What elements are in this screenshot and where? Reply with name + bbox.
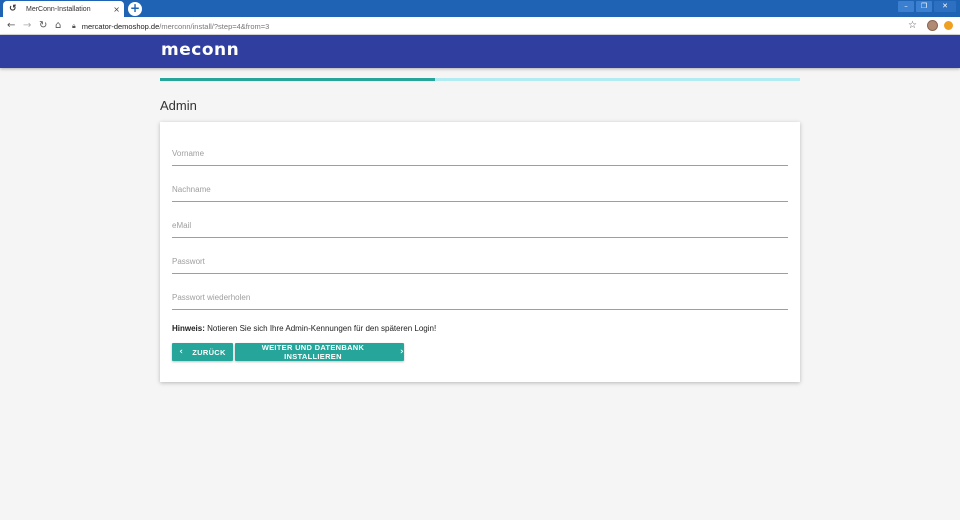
lock-icon: 🔒︎ (72, 21, 76, 30)
install-progress-bar (160, 78, 800, 81)
email-input[interactable] (172, 214, 788, 238)
profile-avatar[interactable] (927, 20, 938, 31)
url-path: /merconn/install/?step=4&from=3 (159, 21, 270, 31)
minimize-button[interactable]: – (898, 1, 914, 12)
install-progress-fill (160, 78, 436, 81)
window-controls: – ❐ ✕ (898, 1, 956, 12)
close-window-button[interactable]: ✕ (934, 1, 956, 12)
bookmark-star-icon[interactable]: ☆ (908, 20, 917, 31)
hint-label: Hinweis: (172, 324, 205, 333)
hint-text: Hinweis: Notieren Sie sich Ihre Admin-Ke… (172, 324, 436, 333)
chevron-left-icon: ‹ (179, 347, 184, 357)
first-name-input[interactable] (172, 142, 788, 166)
new-tab-button[interactable]: + (128, 2, 142, 16)
url-bar[interactable]: 🔒︎ mercator-demoshop.de /merconn/install… (72, 20, 892, 32)
hint-message: Notieren Sie sich Ihre Admin-Kennungen f… (204, 324, 437, 333)
tab-close-icon[interactable]: × (113, 5, 120, 14)
browser-titlebar: ↺ MerConn-Installation × + – ❐ ✕ (0, 0, 960, 17)
url-host: mercator-demoshop.de (81, 21, 160, 31)
install-database-button[interactable]: WEITER UND DATENBANK INSTALLIEREN › (235, 343, 404, 361)
mer-icon: ↺ (9, 3, 17, 14)
password-input[interactable] (172, 250, 788, 274)
browser-toolbar: ← → ↻ ⌂ 🔒︎ mercator-demoshop.de /merconn… (0, 17, 960, 35)
install-button-label: WEITER UND DATENBANK INSTALLIEREN (261, 343, 365, 361)
back-button-label: ZURÜCK (192, 347, 226, 357)
restore-button[interactable]: ❐ (916, 1, 932, 12)
admin-form-card: Hinweis: Notieren Sie sich Ihre Admin-Ke… (160, 122, 800, 382)
chevron-right-icon: › (399, 347, 404, 357)
last-name-input[interactable] (172, 178, 788, 202)
password-repeat-input[interactable] (172, 286, 788, 310)
meconn-logo: meconn (161, 40, 240, 60)
app-header: meconn (0, 35, 960, 68)
browser-tab[interactable]: ↺ MerConn-Installation × (3, 1, 124, 17)
page-title: Admin (160, 98, 197, 113)
tab-title: MerConn-Installation (26, 5, 91, 13)
back-button[interactable]: ‹ ZURÜCK (172, 343, 233, 361)
forward-arrow-icon[interactable]: → (23, 20, 31, 32)
back-arrow-icon[interactable]: ← (7, 20, 15, 32)
reload-icon[interactable]: ↻ (39, 20, 47, 32)
home-icon[interactable]: ⌂ (55, 20, 61, 32)
extension-icon[interactable] (944, 21, 953, 30)
